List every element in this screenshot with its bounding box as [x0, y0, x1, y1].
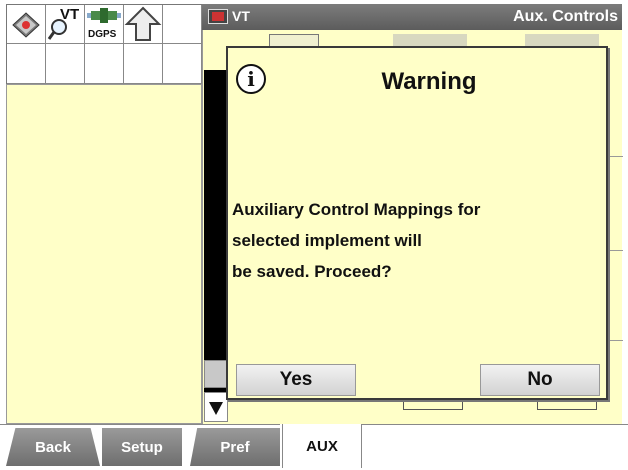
- empty-slot: [163, 44, 202, 84]
- implement-icon[interactable]: [7, 5, 46, 44]
- dialog-message-line: Auxiliary Control Mappings for: [232, 200, 481, 219]
- dialog-message: Auxiliary Control Mappings for selected …: [232, 194, 602, 287]
- empty-slot: [85, 44, 124, 84]
- up-arrow-icon[interactable]: [124, 5, 163, 44]
- empty-slot: [124, 44, 163, 84]
- status-icon-bar: VT DGPS: [6, 4, 202, 84]
- dialog-title: Warning: [381, 68, 477, 95]
- left-panel: [6, 84, 202, 424]
- dialog-message-line: selected implement will: [232, 231, 422, 250]
- chevron-down-icon: [209, 402, 223, 415]
- dgps-icon[interactable]: DGPS: [85, 5, 124, 44]
- vt-monitor-icon: [208, 9, 228, 24]
- window-titlebar: VT Aux. Controls: [202, 4, 622, 30]
- vt-search-icon[interactable]: VT: [46, 5, 85, 44]
- tab-aux[interactable]: AUX: [282, 424, 362, 468]
- empty-slot: [7, 44, 46, 84]
- tab-pref[interactable]: Pref: [190, 428, 280, 466]
- yes-button[interactable]: Yes: [236, 364, 356, 396]
- warning-dialog: i Warning Auxiliary Control Mappings for…: [226, 46, 608, 400]
- titlebar-vt-label: VT: [232, 8, 250, 24]
- empty-slot: [46, 44, 85, 84]
- tab-bar-line: [0, 424, 280, 425]
- scrollbar-thumb[interactable]: [204, 360, 228, 388]
- tab-setup[interactable]: Setup: [102, 428, 182, 466]
- dgps-label: DGPS: [88, 29, 117, 40]
- tab-bar-line: [362, 424, 628, 425]
- empty-slot: [163, 5, 202, 44]
- window-title: Aux. Controls: [513, 8, 618, 25]
- no-button[interactable]: No: [480, 364, 600, 396]
- scroll-down-button[interactable]: [204, 392, 228, 422]
- tab-back[interactable]: Back: [6, 428, 100, 466]
- dialog-message-line: be saved. Proceed?: [232, 262, 392, 281]
